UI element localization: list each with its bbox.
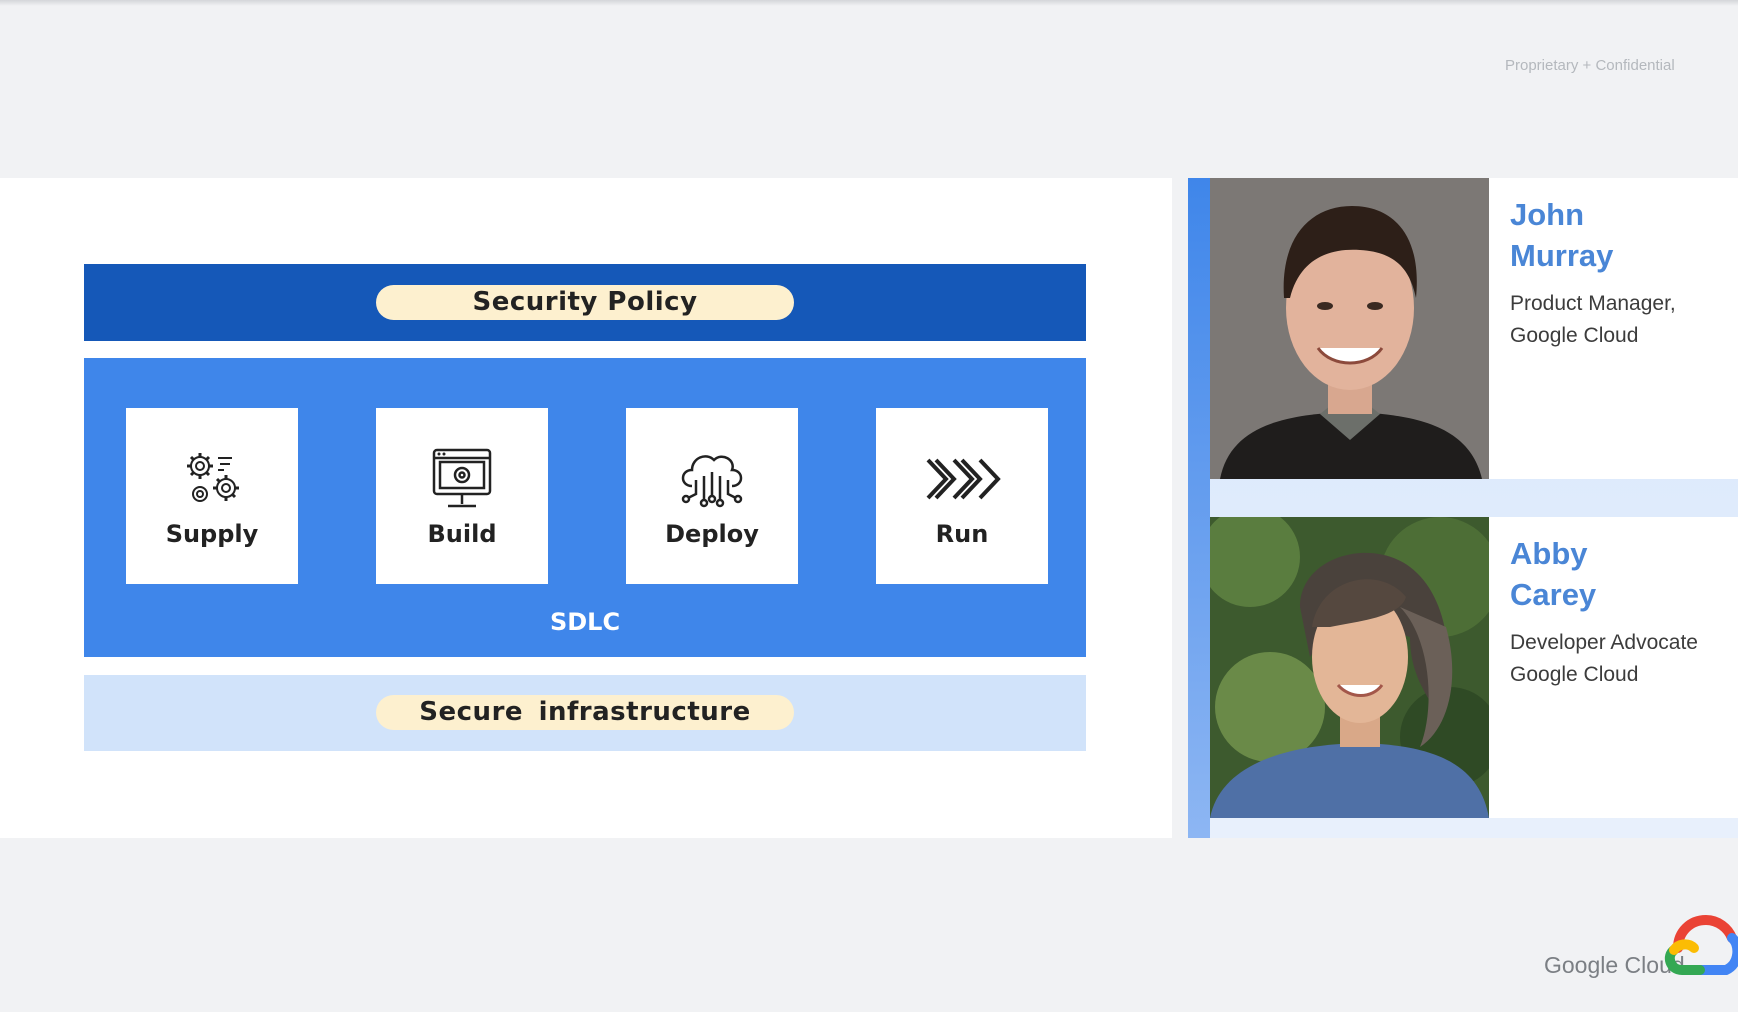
speakers-accent-stripe — [1188, 178, 1210, 838]
stage-label: Supply — [165, 520, 259, 548]
cloud-circuit-icon — [681, 455, 743, 508]
stage-supply: Supply — [126, 408, 298, 584]
sdlc-panel: Supply Build Deploy Run SDLC — [84, 358, 1086, 657]
chevrons-right-icon — [926, 458, 1001, 500]
speaker-photo — [1210, 178, 1489, 479]
security-policy-bar: Security Policy — [84, 264, 1086, 341]
stage-run: Run — [876, 408, 1048, 584]
confidential-label: Proprietary + Confidential — [1505, 57, 1675, 74]
speaker-role: Product Manager, Google Cloud — [1510, 292, 1676, 347]
sdlc-label: SDLC — [549, 608, 621, 636]
speaker-role: Developer Advocate Google Cloud — [1510, 631, 1698, 686]
speaker-name: John Murray — [1510, 197, 1614, 273]
security-policy-pill: Security Policy — [376, 285, 794, 320]
speaker-card: Abby Carey Developer Advocate Google Clo… — [1210, 517, 1738, 818]
secure-infrastructure-bar: Secure infrastructure — [84, 675, 1086, 751]
bottom-band — [0, 1012, 1738, 1036]
monitor-gear-icon — [432, 448, 492, 508]
stage-build: Build — [376, 408, 548, 584]
secure-infrastructure-pill: Secure infrastructure — [376, 695, 794, 730]
stage-label: Build — [427, 520, 497, 548]
stage-label: Run — [935, 520, 989, 548]
speaker-card: John Murray Product Manager, Google Clou… — [1210, 178, 1738, 479]
stage-deploy: Deploy — [626, 408, 798, 584]
stage-label: Deploy — [665, 520, 759, 548]
gears-icon — [187, 453, 239, 502]
speaker-photo — [1210, 517, 1489, 818]
slide-diagram: Security Policy Supply Build Deploy Run … — [0, 178, 1172, 838]
top-shadow — [0, 0, 1738, 6]
speaker-name: Abby Carey — [1510, 536, 1597, 612]
google-cloud-logo-icon — [1664, 914, 1738, 975]
speakers-panel: John Murray Product Manager, Google Clou… — [1188, 178, 1738, 838]
